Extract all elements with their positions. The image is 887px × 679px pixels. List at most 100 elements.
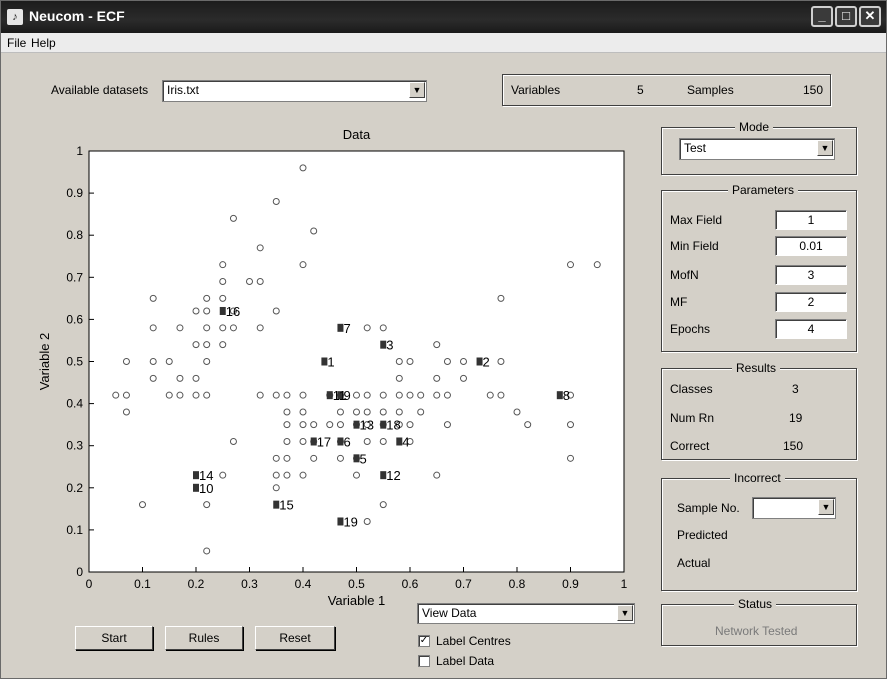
- sample-no-select[interactable]: ▼: [752, 497, 836, 519]
- maximize-button[interactable]: □: [835, 6, 857, 27]
- y-tick-label: 1: [76, 144, 83, 158]
- centre-label: 2: [483, 355, 490, 370]
- variables-label: Variables: [511, 83, 561, 97]
- centre-label: 15: [279, 498, 293, 513]
- dataset-value: Iris.txt: [167, 83, 199, 97]
- x-tick-label: 0.9: [562, 577, 579, 591]
- chevron-down-icon[interactable]: ▼: [818, 499, 834, 515]
- label-centres-label: Label Centres: [436, 634, 511, 648]
- x-tick-label: 0.8: [509, 577, 526, 591]
- centre-label: 13: [360, 418, 374, 433]
- centre-label: 6: [343, 434, 350, 449]
- chevron-down-icon[interactable]: ▼: [409, 82, 425, 98]
- dataset-select[interactable]: Iris.txt ▼: [162, 80, 427, 102]
- centre-label: 16: [226, 304, 240, 319]
- x-tick-label: 0.6: [402, 577, 419, 591]
- param-label-mofn: MofN: [670, 268, 699, 282]
- check-mark-icon: ✓: [419, 635, 429, 646]
- x-tick-label: 0.7: [455, 577, 472, 591]
- param-input-min-field[interactable]: 0.01: [775, 236, 847, 256]
- menu-file[interactable]: File: [7, 36, 26, 50]
- x-axis-label: Variable 1: [328, 593, 386, 605]
- samples-label: Samples: [687, 83, 734, 97]
- window-title: Neucom - ECF: [29, 8, 125, 24]
- x-tick-label: 0: [86, 577, 93, 591]
- param-label-epochs: Epochs: [670, 322, 711, 336]
- result-value-correct: 150: [783, 439, 804, 453]
- sample-no-label: Sample No.: [677, 501, 740, 515]
- plot-area: [88, 150, 625, 573]
- x-tick-label: 0.2: [188, 577, 205, 591]
- centre-label: 4: [402, 434, 409, 449]
- minimize-button[interactable]: _: [811, 6, 833, 27]
- datasets-label: Available datasets: [51, 83, 149, 97]
- results-panel: Results Classes 3 Num Rn 19 Correct 150: [661, 361, 857, 460]
- chart-title: Data: [343, 127, 371, 142]
- centre-label: 11: [333, 388, 347, 403]
- param-label-max-field: Max Field: [670, 213, 723, 227]
- param-label-mf: MF: [670, 295, 688, 309]
- y-tick-label: 0.6: [66, 312, 83, 326]
- scatter-chart: Data 0 0.1 0.2 0.3 0.4 0.5 0.6 0.7 0.8 0.9 1 0 0.1 0.2…: [37, 127, 628, 605]
- result-label-correct: Correct: [670, 439, 710, 453]
- y-tick-label: 0.8: [66, 228, 83, 242]
- centre-label: 8: [563, 388, 570, 403]
- y-tick-label: 0.7: [66, 270, 83, 284]
- y-tick-label: 0.1: [66, 523, 83, 537]
- samples-value: 150: [803, 83, 824, 97]
- menu-help[interactable]: Help: [31, 36, 56, 50]
- param-input-mf[interactable]: 2: [775, 292, 847, 312]
- label-centres-checkbox[interactable]: ✓: [418, 635, 430, 647]
- centre-label: 19: [343, 514, 357, 529]
- x-tick-label: 0.5: [348, 577, 365, 591]
- result-value-classes: 3: [792, 382, 799, 396]
- status-title: Status: [734, 597, 777, 611]
- variables-value: 5: [637, 83, 644, 97]
- incorrect-title: Incorrect: [730, 471, 785, 485]
- y-axis-label: Variable 2: [37, 333, 52, 391]
- incorrect-panel: Incorrect Sample No. ▼ Predicted Actual: [661, 471, 857, 591]
- param-label-min-field: Min Field: [670, 239, 719, 253]
- actual-label: Actual: [677, 556, 711, 570]
- label-data-label: Label Data: [436, 654, 495, 668]
- centre-label: 5: [360, 451, 367, 466]
- app-logo-icon: ♪: [7, 9, 23, 25]
- centre-label: 18: [386, 418, 400, 433]
- x-tick-label: 0.3: [241, 577, 258, 591]
- start-button[interactable]: Start: [75, 626, 153, 650]
- param-input-mofn[interactable]: 3: [775, 265, 847, 285]
- results-title: Results: [732, 361, 781, 375]
- result-label-classes: Classes: [670, 382, 713, 396]
- y-tick-label: 0.2: [66, 481, 83, 495]
- centre-label: 1: [327, 355, 334, 370]
- parameters-title: Parameters: [728, 183, 799, 197]
- menu-bar: File Help: [1, 33, 886, 53]
- close-button[interactable]: ✕: [859, 6, 881, 27]
- mode-select[interactable]: Test ▼: [679, 138, 835, 160]
- param-input-max-field[interactable]: 1: [775, 210, 847, 230]
- reset-button[interactable]: Reset: [255, 626, 335, 650]
- app-window: ♪ Neucom - ECF _ □ ✕ File Help Available…: [0, 0, 887, 679]
- result-label-num-rn: Num Rn: [670, 411, 715, 425]
- result-value-num-rn: 19: [789, 411, 803, 425]
- label-data-checkbox[interactable]: [418, 655, 430, 667]
- param-input-epochs[interactable]: 4: [775, 319, 847, 339]
- centre-label: 12: [386, 468, 400, 483]
- mode-value: Test: [684, 141, 707, 155]
- view-select[interactable]: View Data ▼: [417, 603, 635, 624]
- y-tick-label: 0.5: [66, 355, 83, 369]
- status-text: Network Tested: [715, 624, 798, 638]
- status-panel: Status Network Tested: [661, 597, 857, 646]
- mode-panel: Mode Test ▼: [661, 120, 857, 175]
- predicted-label: Predicted: [677, 528, 728, 542]
- centre-label: 3: [386, 338, 393, 353]
- chevron-down-icon[interactable]: ▼: [817, 140, 833, 156]
- y-tick-label: 0: [76, 565, 83, 579]
- x-tick-label: 0.1: [134, 577, 151, 591]
- rules-button[interactable]: Rules: [165, 626, 243, 650]
- title-bar[interactable]: ♪ Neucom - ECF _ □ ✕: [1, 1, 886, 33]
- parameters-panel: Parameters Max Field 1 Min Field 0.01 Mo…: [661, 183, 857, 352]
- y-tick-label: 0.9: [66, 186, 83, 200]
- chevron-down-icon[interactable]: ▼: [617, 605, 633, 621]
- x-tick-label: 1: [621, 577, 628, 591]
